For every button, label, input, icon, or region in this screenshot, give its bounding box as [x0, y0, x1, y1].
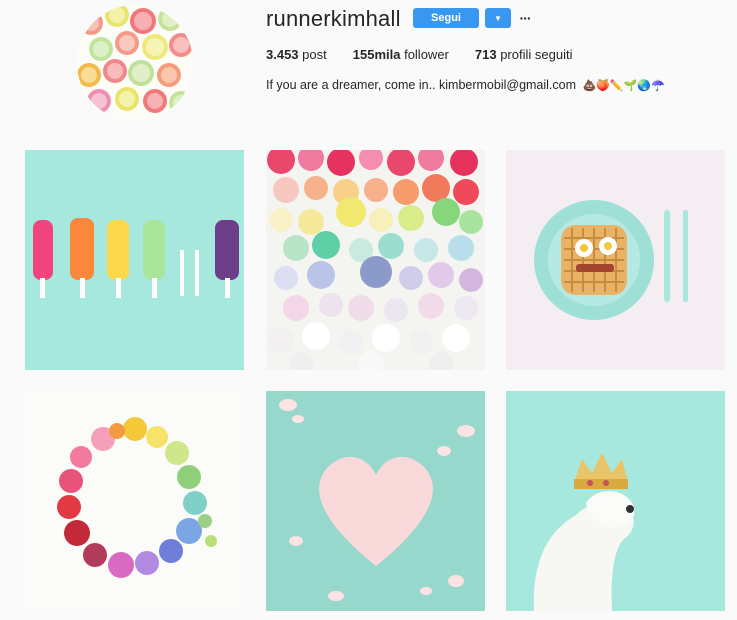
profile-bio: If you are a dreamer, come in.. kimbermo… — [266, 78, 665, 92]
followers-stat[interactable]: 155mila follower — [353, 47, 449, 62]
post-tile-3[interactable] — [506, 150, 725, 370]
following-label: profili seguiti — [500, 47, 573, 62]
following-stat[interactable]: 713 profili seguiti — [475, 47, 573, 62]
petal-heart-image — [266, 391, 485, 611]
post-tile-5[interactable] — [266, 391, 485, 611]
posts-label: post — [302, 47, 327, 62]
bio-text: If you are a dreamer, come in.. kimbermo… — [266, 78, 577, 92]
popsicles-image — [25, 150, 244, 370]
post-tile-4[interactable] — [25, 391, 244, 611]
bio-emojis: 💩🍑✏️🌱🌏☂️ — [582, 80, 665, 92]
followers-count: 155mila — [352, 47, 401, 62]
dog-with-crown-image — [506, 391, 725, 611]
profile-avatar[interactable] — [77, 5, 193, 121]
followers-label: follower — [404, 47, 449, 62]
follow-button[interactable]: Segui — [413, 8, 479, 28]
suggestions-dropdown-button[interactable]: ▼ — [485, 8, 511, 28]
following-count: 713 — [474, 47, 497, 62]
posts-count: 3.453 — [266, 47, 299, 62]
flower-wreath-image — [25, 391, 244, 611]
username: runnerkimhall — [266, 6, 401, 31]
buttons-image — [266, 150, 485, 370]
citrus-slices-icon — [77, 5, 193, 121]
waffle-image — [506, 150, 725, 370]
post-tile-1[interactable] — [25, 150, 244, 370]
chevron-down-icon: ▼ — [494, 13, 502, 23]
post-tile-2[interactable] — [266, 150, 485, 370]
post-tile-6[interactable] — [506, 391, 725, 611]
posts-stat: 3.453 post — [266, 47, 327, 62]
profile-stats: 3.453 post 155mila follower 713 profili … — [266, 47, 598, 62]
more-options-icon[interactable]: ··· — [518, 8, 532, 28]
